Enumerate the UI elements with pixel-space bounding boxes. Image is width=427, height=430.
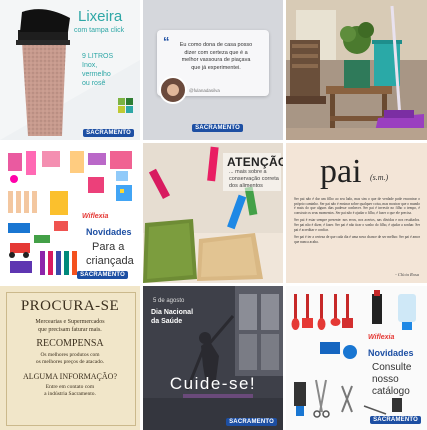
paragraph: Ser pai é ter a certeza de que cada dia … — [294, 235, 420, 244]
quote-line: Eu como dona de casa posso — [179, 42, 253, 48]
wanted-desc: Mercearias e Supermercados que precisam … — [0, 318, 140, 334]
post-procura-se[interactable]: PROCURA-SE Mercearias e Supermercados qu… — [0, 286, 140, 430]
desc-line: Entre em contato com — [45, 384, 95, 390]
wiflexia-logo: Wiflexia — [82, 213, 109, 220]
brand-logo: SACRAMENTO — [226, 418, 277, 426]
post-toys[interactable]: Wiflexia Novidades Para a criançada SACR… — [0, 143, 140, 283]
quote-line: que já experimentei. — [191, 64, 241, 71]
post-testimonial[interactable]: “ Eu como dona de casa posso dizer com c… — [143, 0, 283, 140]
quote-text: Eu como dona de casa posso dizer com cer… — [167, 42, 265, 72]
pai-word: pai — [320, 153, 362, 190]
post-pai[interactable]: pai (s.m.) Ser pai não é dar um filho ao… — [286, 143, 427, 283]
product-subtitle: com tampa click — [74, 27, 125, 34]
porch-photo — [286, 0, 427, 140]
body-line: dos alimentos — [229, 183, 263, 189]
promo-line-1: Novidades — [86, 227, 132, 237]
title-line: Dia Nacional — [151, 309, 194, 316]
catalog-text: Consulte nosso catálogo — [372, 362, 411, 398]
detail-color-2: ou rosê — [82, 80, 106, 87]
title-line: da Saúde — [151, 318, 183, 325]
date-label: 5 de agosto — [153, 298, 185, 304]
detail-color-1: vermelho — [82, 71, 111, 78]
pai-signature: - Clícia Rosa — [395, 272, 419, 277]
info-heading: ALGUMA INFORMAÇÃO? — [22, 372, 117, 381]
catalog-line: Consulte — [372, 362, 412, 373]
brand-logo: SACRAMENTO — [77, 271, 128, 279]
desc-line: Os melhores produtos com — [40, 352, 100, 358]
utensils-collage — [286, 286, 427, 430]
desc-line: que precisam faturar mais. — [38, 327, 102, 333]
desc-line: os melhores preços de atacado. — [35, 359, 105, 365]
reward-heading: RECOMPENSA — [36, 338, 104, 349]
paragraph: Ser pai é estar sempre presente: nos err… — [294, 218, 420, 232]
brand-logo: SACRAMENTO — [83, 129, 134, 137]
catalog-line: catálogo — [372, 386, 410, 397]
health-day-title: Dia Nacional da Saúde — [151, 308, 193, 326]
post-saude[interactable]: 5 de agosto Dia Nacional da Saúde Cuide-… — [143, 286, 283, 430]
quote-line: melhor vassoura de piaçava — [181, 57, 251, 63]
post-photo-broom[interactable] — [286, 0, 427, 140]
post-grid: Lixeira com tampa click 9 LITROS Inox, v… — [0, 0, 427, 430]
product-title: Lixeira — [78, 8, 123, 25]
brand-logo: SACRAMENTO — [370, 416, 421, 424]
reward-desc: Os melhores produtos com os melhores pre… — [0, 352, 140, 366]
cta-text: Cuide-se! — [169, 374, 257, 393]
quote-author: @fulanadasilva — [189, 88, 220, 93]
paragraph: Ser pai não é dar um filho ao seu lado, … — [294, 197, 420, 215]
body-line: ... mais sobre a — [229, 169, 267, 175]
wanted-title: PROCURA-SE — [20, 298, 120, 314]
promo-line-3: criançada — [86, 255, 134, 267]
desc-line: a indústria Sacramento. — [44, 391, 96, 397]
detail-material: Inox, — [82, 62, 98, 69]
quote-line: dizer com certeza que é a — [184, 49, 248, 56]
post-catalog[interactable]: Wiflexia Novidades Consulte nosso catálo… — [286, 286, 427, 430]
info-desc: Entre em contato com a indústria Sacrame… — [0, 384, 140, 398]
post-food-storage[interactable]: ATENÇÃO ... mais sobre a conservação cor… — [143, 143, 283, 283]
pai-definition: Ser pai não é dar um filho ao seu lado, … — [294, 197, 420, 244]
pai-pos: (s.m.) — [370, 173, 389, 182]
promo-line-2: Para a — [92, 241, 125, 253]
catalog-line: nosso — [372, 374, 399, 385]
avatar — [159, 76, 187, 104]
desc-line: Mercearias e Supermercados — [35, 319, 105, 325]
detail-capacity: 9 LITROS — [82, 53, 114, 60]
post-lixeira[interactable]: Lixeira com tampa click 9 LITROS Inox, v… — [0, 0, 140, 140]
promo-line-1: Novidades — [368, 348, 414, 358]
body-line: conservação correta — [229, 176, 279, 182]
brand-logo: SACRAMENTO — [192, 124, 243, 132]
wiflexia-logo: Wiflexia — [368, 334, 395, 341]
attention-body: ... mais sobre a conservação correta dos… — [229, 169, 279, 190]
product-details: 9 LITROS Inox, vermelho ou rosê — [82, 52, 113, 88]
attention-title: ATENÇÃO — [227, 155, 283, 169]
